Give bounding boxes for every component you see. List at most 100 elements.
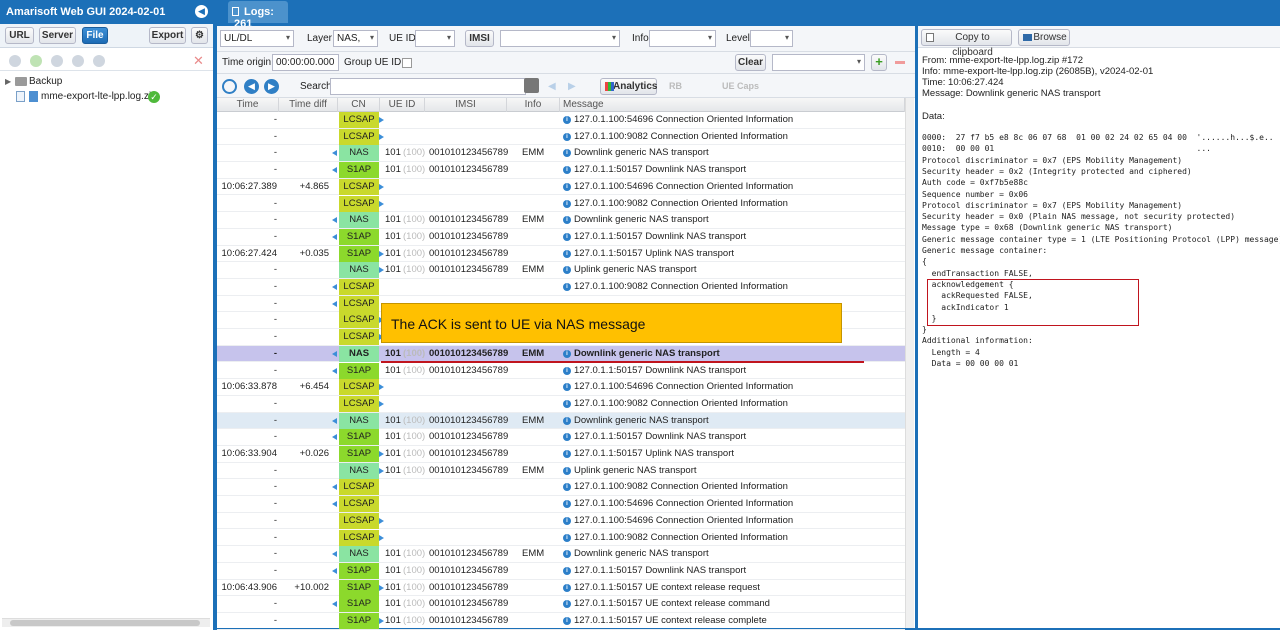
tree-item-backup[interactable]: ▶ Backup	[0, 74, 213, 90]
refresh-file-icon[interactable]	[72, 55, 84, 67]
cell-ueid: 101	[385, 598, 401, 610]
table-row[interactable]: - NAS 101 (100) 001010123456789 EMM i Downlink …	[217, 412, 905, 430]
col-cn[interactable]: CN	[338, 98, 380, 112]
file-button[interactable]: File	[82, 27, 108, 44]
analytics-button[interactable]: Analytics	[600, 78, 657, 95]
table-row[interactable]: - LCSAP i 127.0.1.100:9082 Connection Orien…	[217, 279, 905, 296]
table-row[interactable]: - S1AP 101 (100) 001010123456789 i 127.0.1.1:5…	[217, 562, 905, 580]
search-prev-icon[interactable]: ◀	[548, 81, 556, 92]
tree-item-logfile[interactable]: mme-export-lte-lpp.log.zip ✓	[0, 89, 213, 105]
ueid-select[interactable]	[415, 30, 455, 47]
clear-button[interactable]: Clear	[735, 54, 766, 71]
cell-cn: S1AP	[339, 562, 379, 579]
cell-time: -	[273, 230, 277, 242]
rb-button[interactable]: RB	[669, 81, 682, 91]
cell-timediff	[279, 479, 329, 495]
copy-file-icon[interactable]	[51, 55, 63, 67]
table-row[interactable]: - LCSAP i 127.0.1.100:9082 Connection Orien…	[217, 195, 905, 213]
cell-info	[522, 112, 547, 128]
level-select[interactable]	[750, 30, 793, 47]
imsi-button[interactable]: IMSI	[465, 30, 494, 47]
arrow-left-icon	[332, 233, 337, 240]
left-scrollbar[interactable]	[2, 618, 210, 627]
table-row[interactable]: - LCSAP i 127.0.1.100:54696 Connection Orie…	[217, 112, 905, 129]
table-row[interactable]: 10:06:27.389 +4.865 LCSAP i 127.0.1.100:5469…	[217, 178, 905, 196]
cell-time: -	[273, 481, 277, 493]
cell-ue-group: (100)	[403, 164, 425, 176]
settings-icon[interactable]: ⚙	[191, 27, 208, 44]
clock-icon[interactable]	[222, 79, 237, 94]
time-origin-input[interactable]: 00:00:00.000	[272, 54, 339, 71]
col-timediff[interactable]: Time diff	[279, 98, 338, 112]
search-file-icon[interactable]	[9, 55, 21, 67]
table-row[interactable]: 10:06:33.878 +6.454 LCSAP i 127.0.1.100:5469…	[217, 379, 905, 396]
table-row[interactable]: - S1AP 101 (100) 001010123456789 i 127.0.1.1:5…	[217, 228, 905, 246]
table-row[interactable]: - S1AP 101 (100) 001010123456789 i 127.0.1.1:5…	[217, 429, 905, 446]
table-row[interactable]: - NAS 101 (100) 001010123456789 EMM i Downlink …	[217, 345, 905, 363]
next-icon[interactable]: ▶	[264, 79, 279, 94]
expand-icon[interactable]: ▶	[5, 74, 11, 90]
table-row[interactable]: - LCSAP i 127.0.1.100:9082 Connection Orien…	[217, 128, 905, 146]
table-row[interactable]: - NAS 101 (100) 001010123456789 EMM i Uplink ge…	[217, 462, 905, 480]
col-time[interactable]: Time	[217, 98, 279, 112]
prev-icon[interactable]: ◀	[244, 79, 259, 94]
url-button[interactable]: URL	[5, 27, 34, 44]
table-row[interactable]: 10:06:33.904 +0.026 S1AP 101 (100) 0010101234…	[217, 446, 905, 463]
table-row[interactable]: 10:06:27.424 +0.035 S1AP 101 (100) 0010101234…	[217, 245, 905, 263]
imsi-select[interactable]	[500, 30, 620, 47]
search-next-icon[interactable]: ▶	[568, 81, 576, 92]
binoculars-icon[interactable]	[524, 78, 539, 93]
cell-info	[522, 563, 547, 579]
cell-message: Downlink generic NAS transport	[574, 548, 709, 560]
table-row[interactable]: - NAS 101 (100) 001010123456789 EMM i Uplink ge…	[217, 262, 905, 279]
cell-ueid: 101	[385, 615, 401, 626]
table-row[interactable]: 10:06:43.906 +10.002 S1AP 101 (100) 001010123…	[217, 579, 905, 597]
cell-time: -	[273, 197, 277, 209]
col-message[interactable]: Message	[560, 98, 905, 112]
table-row[interactable]: - LCSAP i 127.0.1.100:54696 Connection Orie…	[217, 496, 905, 513]
table-row[interactable]: - NAS 101 (100) 001010123456789 EMM i Downlink …	[217, 212, 905, 229]
delete-icon[interactable]: ✕	[193, 53, 204, 69]
layer-select[interactable]: NAS,	[333, 30, 378, 47]
browse-button[interactable]: Browse	[1018, 29, 1070, 46]
uldl-select[interactable]: UL/DL	[220, 30, 294, 47]
level-label: Level	[726, 33, 750, 44]
cell-imsi: 001010123456789	[429, 448, 509, 459]
add-file-icon[interactable]	[30, 55, 42, 67]
server-button[interactable]: Server	[39, 27, 76, 44]
col-imsi[interactable]: IMSI	[425, 98, 507, 112]
export-button[interactable]: Export	[149, 27, 186, 44]
download-file-icon[interactable]	[93, 55, 105, 67]
preset-select[interactable]	[772, 54, 865, 71]
table-row[interactable]: - S1AP 101 (100) 001010123456789 i 127.0.1.1:5…	[217, 362, 905, 380]
table-row[interactable]: - LCSAP i 127.0.1.100:9082 Connection Orien…	[217, 479, 905, 497]
cell-info: EMM	[522, 264, 545, 276]
info-select[interactable]	[649, 30, 716, 47]
col-ueid[interactable]: UE ID	[380, 98, 425, 112]
table-row[interactable]: - S1AP 101 (100) 001010123456789 i 127.0.1.1:5…	[217, 613, 905, 630]
cell-cn: NAS	[339, 262, 379, 279]
ue-caps-button[interactable]: UE Caps	[722, 81, 759, 91]
cell-timediff	[279, 279, 329, 295]
cell-message: 127.0.1.1:50157 Downlink NAS transport	[574, 431, 747, 443]
col-info[interactable]: Info	[507, 98, 560, 112]
table-row[interactable]: - NAS 101 (100) 001010123456789 EMM i Downlink …	[217, 145, 905, 163]
add-icon[interactable]: +	[871, 54, 887, 71]
remove-icon[interactable]	[895, 61, 905, 64]
cell-time: -	[273, 431, 277, 443]
group-ueid-checkbox[interactable]	[402, 58, 412, 68]
table-row[interactable]: - LCSAP i 127.0.1.100:9082 Connection Orien…	[217, 395, 905, 413]
search-input[interactable]	[330, 78, 526, 95]
table-row[interactable]: - LCSAP i 127.0.1.100:54696 Connection Orie…	[217, 512, 905, 530]
table-row[interactable]: - NAS 101 (100) 001010123456789 EMM i Downlink …	[217, 546, 905, 563]
table-row[interactable]: - LCSAP i 127.0.1.100:9082 Connection Orien…	[217, 529, 905, 547]
tab-logs[interactable]: Logs: 261	[228, 1, 288, 30]
cell-timediff	[279, 463, 329, 479]
copy-clipboard-button[interactable]: Copy to clipboard	[921, 29, 1012, 58]
table-row[interactable]: - S1AP 101 (100) 001010123456789 i 127.0.1.1:5…	[217, 162, 905, 179]
cell-timediff	[279, 596, 329, 612]
table-row[interactable]: - S1AP 101 (100) 001010123456789 i 127.0.1.1:5…	[217, 596, 905, 613]
grid-scrollbar[interactable]	[905, 98, 914, 628]
collapse-panel-icon[interactable]: ◀	[195, 5, 208, 18]
cell-message: 127.0.1.100:9082 Connection Oriented Inf…	[574, 481, 788, 493]
